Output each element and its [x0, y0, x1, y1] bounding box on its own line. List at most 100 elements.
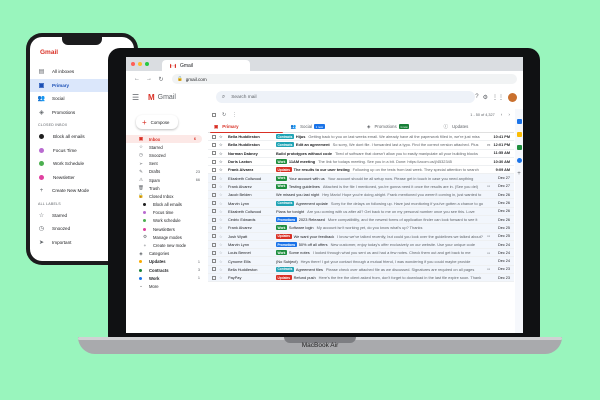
row-checkbox[interactable] [212, 259, 216, 264]
row-checkbox[interactable] [212, 242, 216, 247]
main-menu-icon[interactable]: ☰ [132, 93, 144, 102]
email-row[interactable]: ☆ Doris Laxton Work 11AM meeting The link fo… [208, 157, 514, 167]
star-icon[interactable]: ☆ [219, 184, 225, 189]
star-icon[interactable]: ☆ [219, 234, 225, 239]
row-checkbox[interactable] [212, 134, 216, 139]
gmail-logo[interactable]: M Gmail [148, 93, 208, 102]
minimize-window-icon[interactable] [138, 62, 142, 66]
star-icon[interactable]: ☆ [219, 201, 225, 206]
keep-icon[interactable] [516, 132, 522, 137]
close-window-icon[interactable] [131, 62, 135, 66]
compose-button[interactable]: + Compose [136, 115, 178, 129]
reload-icon[interactable]: ↻ [156, 76, 166, 83]
email-row[interactable]: ☆ Louis Bennet Work Some notes I looked thro… [208, 249, 514, 258]
star-icon[interactable]: ☆ [219, 151, 225, 156]
sidebar-item-more[interactable]: ⌄ More [126, 282, 206, 290]
tasks-icon[interactable] [516, 145, 522, 150]
row-checkbox[interactable] [212, 234, 216, 239]
star-icon[interactable]: ☆ [219, 159, 225, 164]
star-icon[interactable]: ☆ [219, 225, 225, 230]
avatar[interactable] [508, 92, 517, 102]
row-checkbox[interactable] [212, 184, 216, 189]
row-checkbox[interactable] [212, 217, 216, 222]
sidebar-item-trash[interactable]: 🗑 Trash [126, 184, 206, 192]
sidebar-item-closed-inbox[interactable]: 🔒 Closed Inbox [126, 192, 206, 200]
row-checkbox[interactable] [212, 151, 216, 156]
star-icon[interactable]: ☆ [219, 250, 225, 255]
settings-icon[interactable]: ⚙ [483, 94, 488, 101]
refresh-icon[interactable]: ↻ [222, 113, 226, 118]
star-icon[interactable]: ☆ [219, 259, 225, 264]
search-input[interactable]: ⌕ Search mail [215, 91, 476, 103]
row-checkbox[interactable] [212, 225, 216, 230]
star-icon[interactable]: ☆ [219, 167, 225, 172]
email-row[interactable]: ☆ Marvin Lynn Promotions 50% off all offers… [208, 240, 514, 250]
chevron-right-icon[interactable]: › [508, 113, 510, 118]
row-checkbox[interactable] [212, 250, 216, 255]
star-icon[interactable]: ☆ [219, 142, 225, 147]
sidebar-item-drafts[interactable]: ✎ Drafts 23 [126, 168, 206, 176]
star-icon[interactable]: ☆ [219, 242, 225, 247]
row-checkbox[interactable] [212, 209, 216, 214]
star-icon[interactable]: ☆ [219, 217, 225, 222]
forward-arrow-icon[interactable]: → [144, 76, 154, 82]
row-checkbox[interactable] [212, 176, 216, 181]
email-row[interactable]: ☆ Bella Huddleston Contracts Hijus Getting b… [208, 133, 514, 142]
row-checkbox[interactable] [212, 267, 216, 272]
email-row[interactable]: ☆ Josh Wyatt Updates We want your feedback I… [208, 232, 514, 241]
address-bar[interactable]: 🔒 gmail.com [172, 74, 517, 84]
add-app-icon[interactable]: + [517, 171, 521, 177]
email-row[interactable]: ☆ Elizabeth Collwood Plans for tonight Are … [208, 207, 514, 216]
email-row[interactable]: ☆ Cynome Ellis (No Subject) Heya there! I g… [208, 257, 514, 266]
row-checkbox[interactable] [212, 192, 216, 197]
email-row[interactable]: ☆ Jacob Belden We missed you last night Hey… [208, 191, 514, 200]
email-row[interactable]: ☆ Bella Huddleston Contracts Edit an agreem… [208, 141, 514, 150]
tab-updates[interactable]: ⓘ Updates [438, 121, 515, 132]
closed-inbox-item[interactable]: + Create new mode [126, 241, 206, 249]
row-checkbox[interactable] [212, 142, 216, 147]
email-row[interactable]: ☆ Bella Huddleston Contracts Agreement file… [208, 265, 514, 275]
select-all-checkbox[interactable] [212, 113, 216, 117]
sidebar-item-snoozed[interactable]: ◷ Snoozed [126, 151, 206, 159]
email-row[interactable]: ☆ Marvin Lynn Contracts Agreement update Sor… [208, 199, 514, 208]
maximize-window-icon[interactable] [145, 62, 149, 66]
row-checkbox[interactable] [212, 275, 216, 280]
sidebar-item-sent[interactable]: ➢ Sent [126, 160, 206, 168]
chevron-left-icon[interactable]: ‹ [501, 113, 503, 118]
sidebar-item-categories[interactable]: ◈ Categories [126, 250, 206, 258]
star-icon[interactable]: ☆ [219, 275, 225, 280]
email-row[interactable]: ☆ Frank Alvarez Work Testing guidelines Atta… [208, 182, 514, 192]
sidebar-item-updates[interactable]: Updates 1 [126, 258, 206, 266]
star-icon[interactable]: ☆ [219, 267, 225, 272]
email-row[interactable]: ☆ Norman Dabney Build prototypes without c… [208, 149, 514, 158]
sidebar-item-inbox[interactable]: ▣ Inbox 6 [126, 135, 202, 144]
closed-inbox-item[interactable]: Block all emails [126, 201, 206, 209]
tab-promotions[interactable]: ◈ Promotions 1 new [361, 121, 438, 132]
apps-grid-icon[interactable]: ⋮⋮ [492, 94, 504, 101]
email-row[interactable]: ☆ Frank Alvarez Updates The results to our … [208, 166, 514, 175]
email-row[interactable]: ☆ Cedric Edwards Promotions 2023 Released Mo… [208, 215, 514, 225]
row-checkbox[interactable] [212, 201, 216, 206]
back-arrow-icon[interactable]: ← [132, 76, 142, 82]
email-row[interactable]: ☆ Elizabeth Collwood Work Your account with… [208, 174, 514, 183]
sidebar-item-starred[interactable]: ☆ Starred [126, 143, 206, 151]
row-checkbox[interactable] [212, 167, 216, 172]
email-row[interactable]: ☆ Frank Alvarez Work Software login My accou… [208, 224, 514, 233]
sidebar-item-contracts[interactable]: Contracts 3 [126, 266, 206, 274]
help-icon[interactable]: ? [475, 94, 478, 100]
more-vert-icon[interactable]: ⋮ [232, 113, 237, 118]
row-checkbox[interactable] [212, 159, 216, 164]
tab-social[interactable]: 👥 Social 1 new [285, 121, 362, 132]
star-icon[interactable]: ☆ [219, 209, 225, 214]
sidebar-item-spam[interactable]: ⚠ Spam 66 [126, 176, 206, 184]
star-icon[interactable]: ☆ [219, 134, 225, 139]
contacts-icon[interactable] [516, 158, 522, 163]
star-icon[interactable]: ☆ [219, 192, 225, 197]
closed-inbox-item[interactable]: Focus time [126, 209, 206, 217]
email-row[interactable]: ☆ PayPay Updates Refund push Here's the fee … [208, 274, 514, 283]
calendar-icon[interactable] [516, 119, 522, 124]
star-icon[interactable]: ☆ [219, 176, 225, 181]
browser-tab[interactable]: Gmail [162, 60, 250, 71]
closed-inbox-item[interactable]: ⚙ Manage modes [126, 233, 206, 241]
tab-primary[interactable]: ▣ Primary [208, 121, 285, 133]
